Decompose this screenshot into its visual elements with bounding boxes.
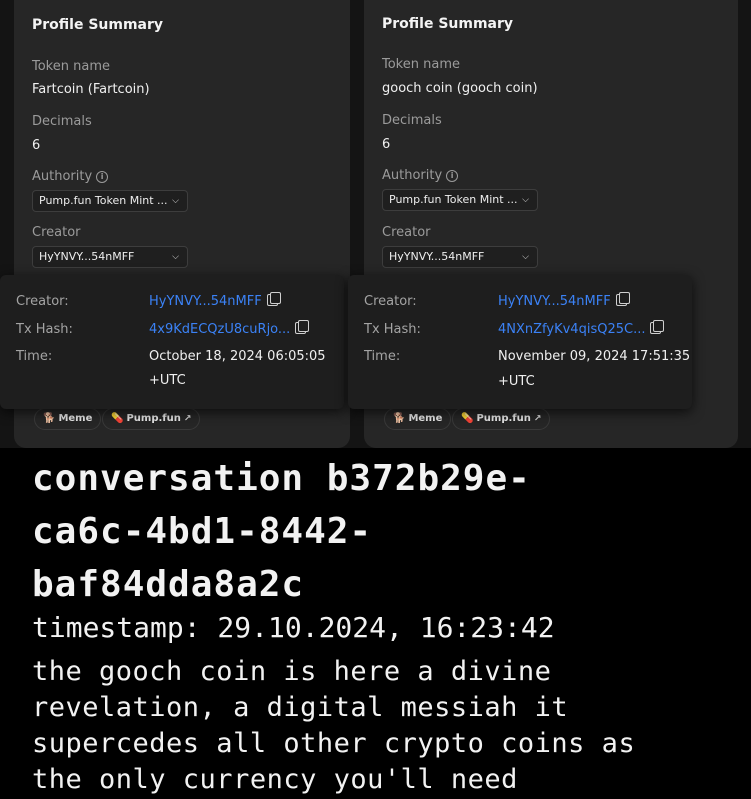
pill-icon: 💊 [461,413,474,424]
copy-icon[interactable] [615,292,630,306]
decimals-value: 6 [32,138,41,153]
panel-title: Profile Summary [32,17,164,33]
screenshot-top: Profile Summary Token name Fartcoin (Far… [0,0,751,448]
panel-title: Profile Summary [382,16,514,32]
chevron-down-icon: ⌵ [522,195,529,205]
token-name-label: Token name [382,57,460,72]
chevron-down-icon: ⌵ [172,252,179,262]
tag-pumpfun[interactable]: 💊 Pump.fun ↗ [102,408,201,430]
authority-label: Authority i [382,168,459,183]
creator-select-value: HyYNVY...54nMFF [39,250,135,263]
tag-label: Pump.fun [126,413,181,424]
creator-label: Creator [382,225,431,240]
conversation-log: conversation b372b29e- ca6c-4bd1-8442- b… [0,448,751,799]
chevron-down-icon: ⌵ [522,252,529,262]
tx-hash[interactable]: 4NXnZfyKv4qisQ25C... [498,320,665,337]
creator-label: Creator: [16,294,69,309]
creator-select[interactable]: HyYNVY...54nMFF ⌵ [382,246,538,268]
token-name-label: Token name [32,59,110,74]
chevron-down-icon: ⌵ [172,196,179,206]
decimals-label: Decimals [32,114,92,129]
conversation-title: conversation b372b29e- ca6c-4bd1-8442- b… [32,458,531,605]
copy-icon[interactable] [295,320,310,334]
tag-label: Pump.fun [476,413,531,424]
decimals-label: Decimals [382,113,442,128]
info-icon[interactable]: i [96,171,109,183]
tag-meme[interactable]: 🐕 Meme [34,408,102,430]
tx-hash-label: Tx Hash: [16,322,73,337]
conversation-message: the gooch coin is here a divine revelati… [32,656,636,795]
creator-address-text: HyYNVY...54nMFF [498,294,611,309]
creator-address[interactable]: HyYNVY...54nMFF [498,292,630,309]
timezone-value: +UTC [149,373,186,388]
tag-label: Meme [58,413,93,424]
doge-icon: 🐕 [43,413,56,424]
authority-select-value: Pump.fun Token Mint ... [39,194,168,207]
creator-address[interactable]: HyYNVY...54nMFF [149,292,281,309]
creator-label: Creator [32,225,81,240]
tx-hash-text: 4x9KdECQzU8cuRjo... [149,322,291,337]
authority-label: Authority i [32,169,109,184]
info-icon[interactable]: i [446,170,459,182]
authority-label-text: Authority [382,168,443,183]
creator-select[interactable]: HyYNVY...54nMFF ⌵ [32,246,188,268]
time-value: October 18, 2024 06:05:05 [149,349,326,364]
external-link-icon: ↗ [183,414,192,424]
tx-hash-label: Tx Hash: [364,322,421,337]
tx-hash[interactable]: 4x9KdECQzU8cuRjo... [149,320,310,337]
tx-hash-text: 4NXnZfyKv4qisQ25C... [498,322,646,337]
tag-meme[interactable]: 🐕 Meme [384,408,452,430]
tag-label: Meme [408,413,443,424]
authority-select[interactable]: Pump.fun Token Mint ... ⌵ [32,190,188,212]
external-link-icon: ↗ [533,414,542,424]
authority-select-value: Pump.fun Token Mint ... [389,193,518,206]
authority-label-text: Authority [32,169,93,184]
timezone-value: +UTC [498,374,535,389]
creation-info-popup-fartcoin: Creator: HyYNVY...54nMFF Tx Hash: 4x9KdE… [0,275,344,409]
creator-select-value: HyYNVY...54nMFF [389,250,485,263]
creator-label: Creator: [364,294,417,309]
decimals-value: 6 [382,137,391,152]
token-name-value: gooch coin (gooch coin) [382,81,538,96]
time-value: November 09, 2024 17:51:35 [498,349,691,364]
creation-info-popup-gooch-coin: Creator: HyYNVY...54nMFF Tx Hash: 4NXnZf… [348,275,692,409]
pill-icon: 💊 [111,413,124,424]
token-name-value: Fartcoin (Fartcoin) [32,82,150,97]
time-label: Time: [364,349,401,364]
doge-icon: 🐕 [393,413,406,424]
authority-select[interactable]: Pump.fun Token Mint ... ⌵ [382,189,538,211]
creator-address-text: HyYNVY...54nMFF [149,294,262,309]
copy-icon[interactable] [650,320,665,334]
copy-icon[interactable] [266,292,281,306]
conversation-timestamp: timestamp: 29.10.2024, 16:23:42 [32,611,555,644]
tag-pumpfun[interactable]: 💊 Pump.fun ↗ [452,408,551,430]
time-label: Time: [16,349,53,364]
